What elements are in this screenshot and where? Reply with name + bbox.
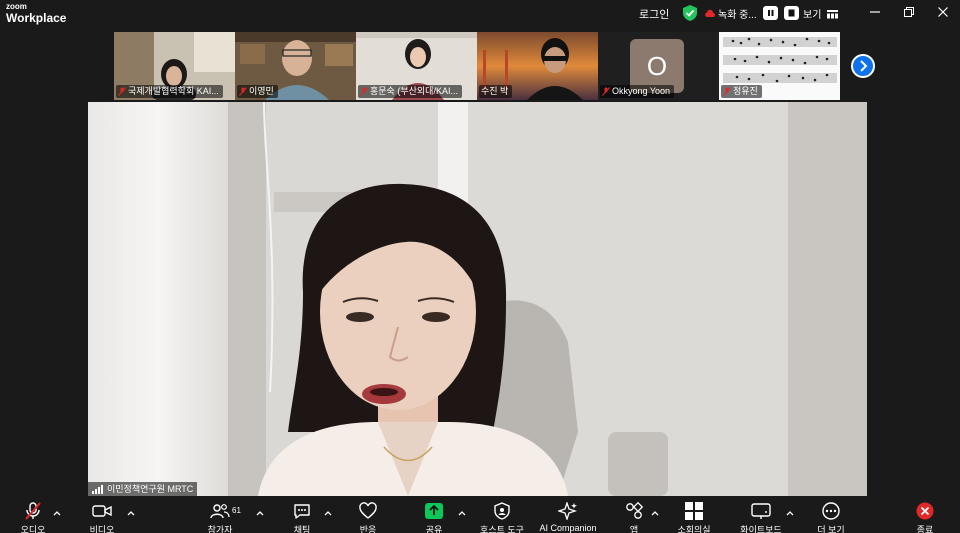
audio-label: 오디오	[20, 525, 46, 533]
ai-companion-button[interactable]: AI Companion	[535, 498, 601, 533]
chat-icon	[294, 504, 310, 519]
participant-name: 이영민	[249, 86, 274, 96]
participants-count: 61	[232, 506, 241, 515]
active-speaker-video[interactable]: 이민정책연구원 MRTC	[88, 102, 867, 496]
title-bar: zoom Workplace 로그인 녹화 중... 보기	[0, 0, 960, 30]
pause-icon	[767, 10, 774, 16]
next-page-button[interactable]	[851, 54, 875, 78]
whiteboard-icon	[751, 503, 771, 519]
whiteboard-button[interactable]: 화이트보드	[731, 498, 791, 533]
participant-strip: 국제개발협력학회 KAI... 이영민 홍문숙 (부산외대/KAI... 수진 …	[114, 32, 840, 100]
whiteboard-options-chevron-icon[interactable]	[785, 509, 795, 517]
participant-name: 정유진	[733, 86, 758, 96]
participant-tile[interactable]: 홍문숙 (부산외대/KAI...	[356, 32, 477, 100]
breakout-rooms-button[interactable]: 소회의실	[664, 498, 724, 533]
chat-label: 채팅	[293, 525, 311, 533]
chevron-right-icon	[860, 60, 868, 72]
stop-icon	[788, 9, 795, 17]
end-label: 종료	[916, 525, 934, 533]
whiteboard-label: 화이트보드	[740, 525, 782, 533]
login-button[interactable]: 로그인	[639, 6, 669, 22]
mic-muted-icon	[25, 502, 41, 520]
more-label: 더 보기	[817, 525, 845, 533]
security-shield-icon[interactable]	[683, 5, 697, 21]
mic-muted-icon	[118, 87, 126, 96]
more-button[interactable]: 더 보기	[801, 498, 861, 533]
reactions-label: 반응	[359, 525, 377, 533]
video-button[interactable]: 비디오	[72, 498, 132, 533]
mic-muted-icon	[360, 87, 368, 96]
participant-name: 홍문숙 (부산외대/KAI...	[370, 86, 458, 96]
restore-icon[interactable]	[902, 5, 916, 19]
cloud-record-icon	[705, 9, 715, 17]
speaker-name: 이민정책연구원 MRTC	[107, 484, 194, 494]
end-call-icon	[916, 502, 934, 520]
breakout-rooms-icon	[685, 502, 703, 520]
participant-tile[interactable]: 수진 박	[477, 32, 598, 100]
share-options-chevron-icon[interactable]	[457, 509, 467, 517]
participant-name-tag: 홍문숙 (부산외대/KAI...	[358, 85, 462, 98]
video-label: 비디오	[89, 525, 115, 533]
participant-name: 국제개발협력학회 KAI...	[128, 86, 219, 96]
participant-name-tag: 국제개발협력학회 KAI...	[116, 85, 223, 98]
host-tools-button[interactable]: 호스트 도구	[472, 498, 532, 533]
signal-strength-icon	[92, 484, 103, 494]
mic-muted-icon	[602, 87, 610, 96]
heart-icon	[359, 502, 377, 519]
apps-icon	[626, 502, 644, 519]
video-options-chevron-icon[interactable]	[126, 509, 136, 517]
share-button[interactable]: 공유	[404, 498, 464, 533]
participant-tile[interactable]: 국제개발협력학회 KAI...	[114, 32, 235, 100]
end-meeting-button[interactable]: 종료	[895, 498, 955, 533]
share-label: 공유	[425, 525, 443, 533]
recording-label: 녹화 중...	[718, 9, 757, 21]
participant-name-tag: 정유진	[721, 85, 762, 98]
brand-small: zoom	[6, 2, 27, 11]
speaker-name-tag: 이민정책연구원 MRTC	[88, 482, 198, 496]
minimize-icon[interactable]	[868, 5, 882, 19]
participants-options-chevron-icon[interactable]	[255, 509, 265, 517]
video-camera-icon	[92, 505, 112, 517]
host-tools-label: 호스트 도구	[480, 525, 524, 533]
participants-label: 참가자	[207, 525, 233, 533]
audio-options-chevron-icon[interactable]	[52, 509, 62, 517]
brand-large: Workplace	[6, 11, 67, 25]
participant-name: Okkyong Yoon	[612, 86, 671, 96]
apps-label: 앱	[629, 525, 639, 533]
reactions-button[interactable]: 반응	[338, 498, 398, 533]
grid-view-icon	[827, 10, 839, 19]
participant-tile[interactable]: O Okkyong Yoon	[598, 32, 719, 100]
shield-icon	[494, 502, 510, 520]
meeting-toolbar: 오디오 비디오 참가자 61 채팅 반응 공유 호스트 도구 AI Compan…	[0, 496, 960, 533]
chat-options-chevron-icon[interactable]	[323, 509, 333, 517]
recording-indicator[interactable]: 녹화 중...	[704, 5, 799, 21]
participant-name: 수진 박	[481, 86, 509, 96]
stop-recording-button[interactable]	[783, 6, 799, 20]
pause-recording-button[interactable]	[762, 6, 778, 20]
view-label: 보기	[803, 10, 822, 21]
participants-button[interactable]: 참가자	[190, 498, 250, 533]
apps-options-chevron-icon[interactable]	[650, 509, 660, 517]
participant-name-tag: 이영민	[237, 85, 278, 98]
view-menu[interactable]: 보기	[803, 6, 839, 21]
app-logo: zoom Workplace	[6, 2, 67, 25]
participant-name-tag: 수진 박	[479, 85, 513, 98]
participants-icon	[210, 504, 230, 519]
breakout-rooms-label: 소회의실	[677, 525, 711, 533]
sparkle-icon	[558, 502, 578, 520]
participant-tile[interactable]: 이영민	[235, 32, 356, 100]
participant-tile[interactable]: 정유진	[719, 32, 840, 100]
speaker-video-frame	[88, 102, 867, 496]
close-icon[interactable]	[936, 5, 950, 19]
share-screen-icon	[425, 503, 443, 519]
more-icon	[822, 502, 840, 520]
participant-name-tag: Okkyong Yoon	[600, 85, 675, 98]
mic-muted-icon	[723, 87, 731, 96]
avatar-letter: O	[646, 51, 668, 81]
ai-companion-label: AI Companion	[539, 523, 597, 533]
mic-muted-icon	[239, 87, 247, 96]
